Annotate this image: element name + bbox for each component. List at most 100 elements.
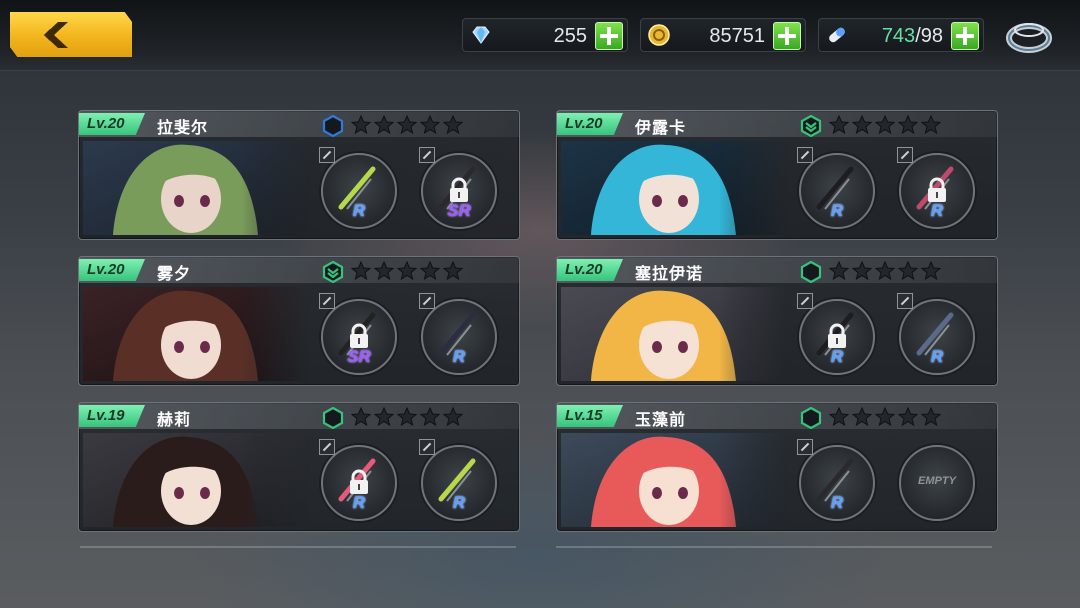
star-icon xyxy=(396,406,418,427)
character-portrait xyxy=(561,287,787,381)
equipment-slot[interactable]: R xyxy=(897,147,977,231)
star-icon xyxy=(419,406,441,427)
level-badge: Lv.19 xyxy=(79,405,145,427)
grade-label: R xyxy=(352,201,366,220)
star-icon xyxy=(373,114,395,135)
equipment-slot[interactable]: R xyxy=(797,147,877,231)
divider-left xyxy=(80,546,516,548)
character-name: 伊露卡 xyxy=(635,120,687,137)
character-name: 拉斐尔 xyxy=(157,120,209,137)
character-portrait xyxy=(83,287,309,381)
equipment-slot[interactable]: SR xyxy=(419,147,499,231)
stamina-capsule-icon xyxy=(829,27,845,43)
star-icon xyxy=(350,260,372,281)
star-rating xyxy=(350,114,466,140)
gold-counter: 85751 xyxy=(640,18,806,52)
rank-hexagon-icon xyxy=(322,407,344,429)
lock-icon xyxy=(928,177,946,202)
gold-coin-icon xyxy=(648,24,670,46)
level-badge: Lv.20 xyxy=(79,113,145,135)
grade-label: R xyxy=(930,201,944,220)
portrait-art xyxy=(561,287,787,381)
star-icon xyxy=(373,260,395,281)
portrait-art xyxy=(83,287,309,381)
character-name: 雾夕 xyxy=(157,266,192,283)
star-icon xyxy=(396,260,418,281)
lock-icon xyxy=(450,177,468,202)
star-icon xyxy=(874,114,896,135)
star-icon xyxy=(442,406,464,427)
gold-value: 85751 xyxy=(709,25,765,47)
grade-label: SR xyxy=(347,347,371,366)
grade-label: R xyxy=(352,493,366,512)
equipment-slot[interactable]: R xyxy=(897,293,977,377)
level-badge: Lv.20 xyxy=(557,113,623,135)
rank-hexagon-icon xyxy=(800,261,822,283)
add-stamina-button[interactable] xyxy=(951,22,979,50)
star-rating xyxy=(828,114,944,140)
star-icon xyxy=(851,114,873,135)
character-card[interactable]: Lv.20 雾夕 SR R xyxy=(78,256,520,386)
back-arrow-icon xyxy=(44,22,68,48)
level-badge: Lv.15 xyxy=(557,405,623,427)
grade-label: R xyxy=(830,347,844,366)
rank-hexagon-icon xyxy=(322,115,344,137)
divider-right xyxy=(556,546,992,548)
star-icon xyxy=(897,406,919,427)
lock-icon xyxy=(828,323,846,348)
character-name: 赫莉 xyxy=(157,412,192,429)
grade-label: R xyxy=(452,493,466,512)
character-portrait xyxy=(83,433,309,527)
star-icon xyxy=(920,114,942,135)
character-card[interactable]: Lv.20 塞拉伊诺 R R xyxy=(556,256,998,386)
stamina-counter: 743/98 xyxy=(818,18,984,52)
grade-label: R xyxy=(452,347,466,366)
equipment-slot[interactable]: R xyxy=(419,293,499,377)
portrait-art xyxy=(83,141,309,235)
star-rating xyxy=(828,406,944,432)
gem-value: 255 xyxy=(553,25,587,47)
character-card[interactable]: Lv.15 玉藻前 R EMPTY xyxy=(556,402,998,532)
equipment-slot[interactable]: R xyxy=(419,439,499,523)
star-icon xyxy=(350,406,372,427)
star-rating xyxy=(350,406,466,432)
star-icon xyxy=(851,260,873,281)
character-portrait xyxy=(561,141,787,235)
character-name: 玉藻前 xyxy=(635,412,687,429)
equipment-slot[interactable]: R xyxy=(797,293,877,377)
star-icon xyxy=(851,406,873,427)
stamina-max: /98 xyxy=(915,25,943,47)
portrait-art xyxy=(561,433,787,527)
grade-label: R xyxy=(830,201,844,220)
ring-menu-icon[interactable] xyxy=(1004,14,1054,56)
add-gems-button[interactable] xyxy=(595,22,623,50)
star-icon xyxy=(442,260,464,281)
star-rating xyxy=(828,260,944,286)
equipment-slot[interactable]: R xyxy=(797,439,877,523)
stamina-current: 743 xyxy=(881,25,916,47)
star-rating xyxy=(350,260,466,286)
equipment-slot[interactable]: R xyxy=(319,439,399,523)
character-card[interactable]: Lv.20 伊露卡 R R xyxy=(556,110,998,240)
star-icon xyxy=(373,406,395,427)
star-icon xyxy=(920,260,942,281)
character-card[interactable]: Lv.20 拉斐尔 R SR xyxy=(78,110,520,240)
character-card[interactable]: Lv.19 赫莉 R R xyxy=(78,402,520,532)
star-icon xyxy=(874,260,896,281)
lock-icon xyxy=(350,469,368,494)
equipment-slot[interactable]: R xyxy=(319,147,399,231)
add-gold-button[interactable] xyxy=(773,22,801,50)
level-badge: Lv.20 xyxy=(79,259,145,281)
character-name: 塞拉伊诺 xyxy=(635,266,704,283)
star-icon xyxy=(874,406,896,427)
empty-equipment-slot[interactable]: EMPTY xyxy=(897,443,977,523)
gem-icon xyxy=(472,26,490,44)
equipment-slot[interactable]: SR xyxy=(319,293,399,377)
grade-label: R xyxy=(830,493,844,512)
star-icon xyxy=(897,114,919,135)
back-button[interactable] xyxy=(10,12,132,57)
star-icon xyxy=(419,260,441,281)
grade-label: SR xyxy=(447,201,471,220)
star-icon xyxy=(350,114,372,135)
portrait-art xyxy=(561,141,787,235)
